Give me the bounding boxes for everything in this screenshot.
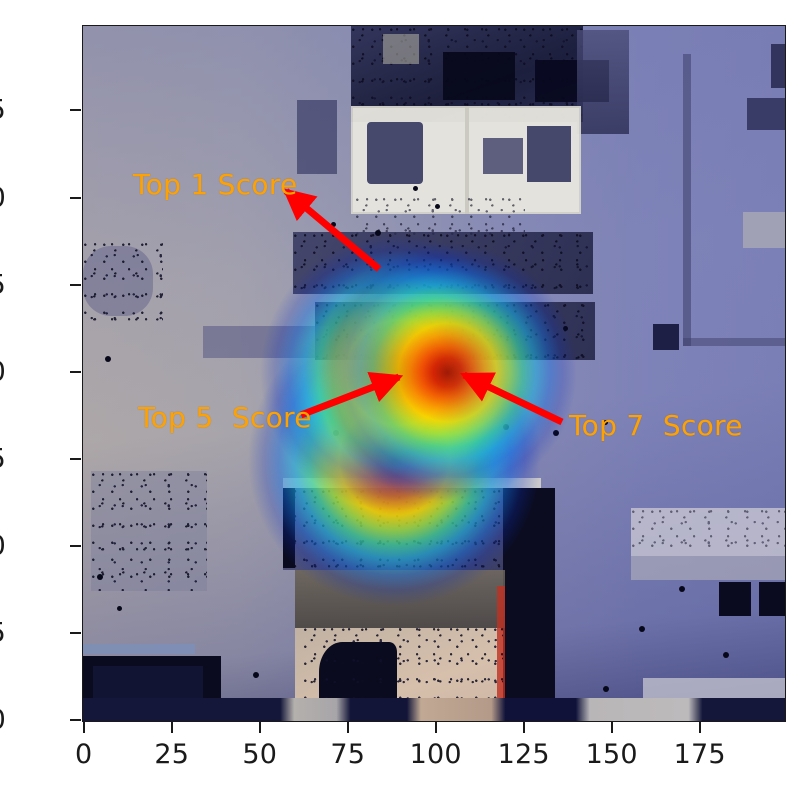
x-tick-mark bbox=[434, 722, 437, 733]
scene-block bbox=[483, 138, 523, 174]
point-cloud-dot bbox=[331, 222, 336, 227]
scene-noise bbox=[631, 508, 785, 556]
y-tick-mark bbox=[70, 370, 81, 373]
scene-block bbox=[631, 556, 785, 580]
x-tick-label: 100 bbox=[409, 739, 462, 770]
point-cloud-dot bbox=[639, 626, 645, 632]
y-tick-mark bbox=[70, 632, 81, 635]
x-tick-label: 0 bbox=[75, 739, 93, 770]
x-tick-mark bbox=[698, 722, 701, 733]
scene-block bbox=[577, 30, 629, 134]
scene-block bbox=[747, 98, 785, 130]
scene-block bbox=[771, 44, 785, 88]
scene-block bbox=[719, 582, 751, 616]
x-tick-mark bbox=[346, 722, 349, 733]
y-tick-label: 100 bbox=[0, 356, 6, 387]
scene-block bbox=[653, 324, 679, 350]
scene-block bbox=[297, 100, 337, 174]
point-cloud-dot bbox=[253, 672, 259, 678]
y-tick-label: 175 bbox=[0, 95, 6, 126]
y-tick-mark bbox=[70, 283, 81, 286]
y-tick-mark bbox=[70, 545, 81, 547]
scene-block bbox=[367, 122, 423, 184]
x-tick-label: 175 bbox=[673, 739, 726, 770]
point-cloud-dot bbox=[723, 652, 729, 658]
scene-block bbox=[643, 678, 785, 698]
point-cloud-dot bbox=[413, 186, 418, 191]
y-tick-mark bbox=[70, 196, 81, 199]
x-tick-label: 50 bbox=[242, 739, 278, 770]
scene-block bbox=[83, 644, 195, 654]
x-tick-label: 150 bbox=[585, 739, 638, 770]
y-tick-label: 150 bbox=[0, 182, 6, 213]
point-cloud-dot bbox=[117, 606, 122, 611]
x-tick-mark bbox=[82, 722, 85, 733]
x-tick-mark bbox=[610, 722, 613, 733]
x-tick-label: 125 bbox=[497, 739, 550, 770]
scene-noise bbox=[91, 471, 207, 591]
annotation-label-top7: Top 7 Score bbox=[569, 409, 743, 442]
y-tick-mark bbox=[70, 719, 81, 722]
x-tick-mark bbox=[522, 722, 525, 733]
point-cloud-dot bbox=[105, 356, 111, 362]
scene-block bbox=[743, 212, 785, 248]
plot-axes: Top 1 Score Top 5 Score Top 7 Score bbox=[82, 25, 786, 722]
heatmap-hotspot bbox=[317, 243, 577, 503]
scene-noise bbox=[83, 241, 163, 326]
y-tick-label: 75 bbox=[0, 443, 6, 474]
y-tick-mark bbox=[70, 457, 81, 460]
scene-noise bbox=[355, 196, 525, 236]
y-tick-label: 0 bbox=[0, 705, 6, 736]
scene-block bbox=[683, 338, 785, 346]
scene-block bbox=[443, 52, 515, 100]
x-tick-label: 75 bbox=[330, 739, 366, 770]
point-cloud-dot bbox=[603, 686, 609, 692]
annotation-label-top5: Top 5 Score bbox=[138, 401, 312, 434]
scene-block bbox=[759, 582, 785, 616]
figure-canvas: 0 25 50 75 100 125 150 175 0 25 50 75 100 125 150 175 bbox=[0, 0, 800, 785]
y-tick-label: 25 bbox=[0, 618, 6, 649]
point-cloud-dot bbox=[97, 574, 103, 580]
point-cloud-dot bbox=[679, 586, 685, 592]
scene-block bbox=[683, 54, 691, 346]
x-tick-label: 25 bbox=[154, 739, 190, 770]
annotation-label-top1: Top 1 Score bbox=[133, 168, 298, 201]
scene-block bbox=[83, 698, 785, 721]
point-cloud-dot bbox=[435, 204, 440, 209]
x-tick-mark bbox=[258, 722, 261, 733]
y-tick-label: 50 bbox=[0, 531, 6, 562]
y-tick-mark bbox=[70, 109, 81, 112]
y-tick-label: 125 bbox=[0, 269, 6, 300]
x-tick-mark bbox=[170, 722, 173, 733]
scene-block bbox=[527, 126, 571, 182]
scene-block bbox=[383, 34, 419, 64]
